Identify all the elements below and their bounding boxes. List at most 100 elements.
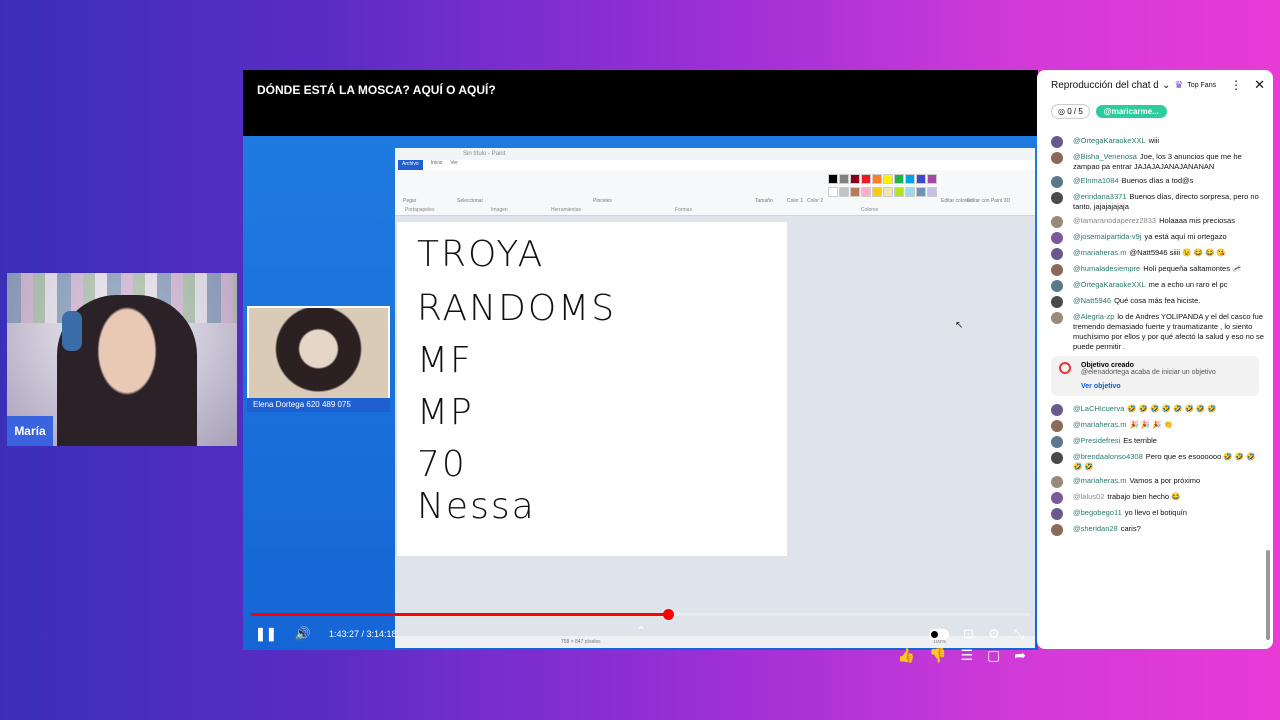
paint-group-colores: Colores (861, 207, 879, 213)
chat-title[interactable]: Reproducción del chat d... (1051, 80, 1158, 91)
share-icon[interactable]: ➦ (1014, 647, 1026, 664)
avatar[interactable] (1051, 452, 1063, 464)
chat-author[interactable]: @OrtegaKaraokeXXL (1073, 280, 1146, 289)
chat-author[interactable]: @mariaheras.m (1073, 420, 1126, 429)
goal-counter[interactable]: ◎ 0 / 5 (1051, 103, 1090, 119)
canvas-line: MF (417, 340, 473, 381)
chat-author[interactable]: @Presidefresi (1073, 436, 1120, 445)
player-controls: ❚❚ 🔊 1:43:27 / 3:14:18 ⌃ ⊡ ⚙ ⤡ (243, 620, 1038, 649)
paint-tabs: Archivo Inicio Ver (395, 160, 1035, 170)
chat-text: trabajo bien hecho 😂 (1107, 492, 1181, 501)
chevron-up-icon[interactable]: ⌃ (636, 624, 646, 638)
chat-message: @Presidefresi Es terrible (1037, 436, 1273, 448)
chat-author[interactable]: @begobego11 (1073, 508, 1122, 517)
avatar[interactable] (1051, 404, 1063, 416)
chat-text: yo llevo el botiquín (1124, 508, 1187, 517)
chat-author[interactable]: @Natt5946 (1073, 296, 1111, 305)
avatar[interactable] (1051, 436, 1063, 448)
avatar[interactable] (1051, 264, 1063, 276)
chat-scrollbar[interactable] (1266, 550, 1270, 640)
chat-author[interactable]: @mariaheras.m (1073, 476, 1126, 485)
video-frame[interactable]: Elena Dortega 620 489 075 Sin título - P… (243, 136, 1038, 663)
chat-author[interactable]: @erindana3371 (1073, 192, 1127, 201)
pinned-user-pill[interactable]: @maricarme... (1095, 104, 1167, 118)
settings-gear-icon[interactable]: ⚙ (988, 626, 1000, 642)
paint-tool-pegar: Pegar (403, 198, 417, 204)
subtitles-icon[interactable]: ⊡ (963, 626, 974, 642)
chat-author[interactable]: @LaCHIcuerva (1073, 404, 1124, 413)
paint-tool-color2: Color 2 (807, 198, 824, 204)
chat-author[interactable]: @mariaheras.m (1073, 248, 1126, 257)
avatar[interactable] (1051, 508, 1063, 520)
progress-bar[interactable] (251, 609, 1030, 620)
top-fans-label[interactable]: Top Fans (1187, 82, 1216, 89)
chat-author[interactable]: @sheridan28 (1073, 524, 1118, 533)
chat-author[interactable]: @Alegria-zp (1073, 312, 1114, 321)
like-icon[interactable]: 👍 (898, 647, 915, 664)
avatar[interactable] (1051, 420, 1063, 432)
pause-icon[interactable]: ❚❚ (255, 626, 277, 642)
paint-canvas: TROYA RANDOMS MF MP 70 Nessa (397, 222, 787, 556)
chat-messages-bottom: @LaCHIcuerva 🤣 🤣 🤣 🤣 🤣 🤣 🤣 🤣 @mariaheras.m… (1037, 404, 1273, 536)
more-options-icon[interactable]: ⋮ (1230, 78, 1242, 92)
video-player[interactable]: DÓNDE ESTÁ LA MOSCA? AQUÍ O AQUÍ? Elena … (243, 70, 1038, 663)
avatar[interactable] (1051, 312, 1063, 324)
chat-message: @begobego11 yo llevo el botiquín (1037, 508, 1273, 520)
avatar[interactable] (1051, 296, 1063, 308)
chat-author[interactable]: @OrtegaKaraokeXXL (1073, 136, 1146, 145)
palette-swatch (916, 186, 926, 197)
chat-author[interactable]: @tamaranodaperez2833 (1073, 216, 1156, 225)
palette-swatch (927, 174, 937, 184)
avatar[interactable] (1051, 192, 1063, 204)
comment-icon[interactable]: ☰ (960, 647, 973, 664)
avatar[interactable] (1051, 152, 1063, 164)
chat-author[interactable]: @brendaalonso4308 (1073, 452, 1143, 461)
progress-scrubber[interactable] (662, 609, 674, 620)
chat-author[interactable]: @humaladesiempre (1073, 264, 1140, 273)
paint-tool-tamano: Tamaño (755, 198, 773, 204)
live-chat-panel: Reproducción del chat d... ⌄ ♛ Top Fans … (1037, 70, 1273, 649)
chat-message: @OrtegaKaraokeXXL me a echo un raro el pc (1037, 280, 1273, 292)
palette-swatch (894, 174, 904, 184)
chat-message: @mariaheras.m @Natt5946 siiii 😉 😂 😂 😘 (1037, 248, 1273, 260)
avatar[interactable] (1051, 248, 1063, 260)
avatar[interactable] (1051, 176, 1063, 188)
canvas-line: 70 (417, 444, 467, 485)
palette-swatch (861, 186, 871, 197)
dislike-icon[interactable]: 👎 (929, 647, 946, 664)
avatar[interactable] (1051, 476, 1063, 488)
palette-swatch (894, 186, 904, 197)
paint-tool-paint3d: Editar con Paint 3D (967, 198, 1011, 204)
view-goal-link[interactable]: Ver objetivo (1081, 383, 1251, 390)
chat-message: @sheridan28 caris? (1037, 524, 1273, 536)
avatar[interactable] (1051, 280, 1063, 292)
chat-text: Buenos días a tod@s (1121, 176, 1194, 185)
paint-tool-pinceles: Pinceles (593, 198, 612, 204)
autoplay-toggle[interactable] (929, 628, 950, 640)
volume-icon[interactable]: 🔊 (295, 626, 311, 642)
chevron-down-icon[interactable]: ⌄ (1162, 80, 1170, 91)
chat-message: @josemalpartida-v9j ya está aquí mi orteg… (1037, 232, 1273, 244)
avatar[interactable] (1051, 232, 1063, 244)
palette-swatch (861, 174, 871, 184)
streamer-name-tag: María (7, 416, 53, 446)
avatar[interactable] (1051, 492, 1063, 504)
chat-author[interactable]: @Elnma1084 (1073, 176, 1119, 185)
chat-text: Vamos a por próximo (1129, 476, 1201, 485)
chat-icon[interactable]: ▢ (987, 647, 1000, 664)
goal-card-desc: @elenadortega acaba de iniciar un objeti… (1081, 369, 1216, 376)
avatar[interactable] (1051, 216, 1063, 228)
paint-tab-ver: Ver (450, 160, 458, 166)
chat-message: @mariaheras.m 🎉 🎉 🎉 👏 (1037, 420, 1273, 432)
chat-author[interactable]: @josemalpartida-v9j (1073, 232, 1141, 241)
paint-group-formas: Formas (675, 207, 692, 213)
avatar[interactable] (1051, 136, 1063, 148)
chat-author[interactable]: @Bisha_Venenosa (1073, 152, 1137, 161)
exit-fullscreen-icon[interactable]: ⤡ (1014, 626, 1024, 642)
close-icon[interactable]: ✕ (1254, 77, 1265, 93)
paint-title: Sin título - Paint (463, 151, 506, 157)
chat-message: @LaCHIcuerva 🤣 🤣 🤣 🤣 🤣 🤣 🤣 🤣 (1037, 404, 1273, 416)
chat-author[interactable]: @lalus02 (1073, 492, 1104, 501)
chat-message: @erindana3371 Buenos días, directo sorpre… (1037, 192, 1273, 212)
avatar[interactable] (1051, 524, 1063, 536)
